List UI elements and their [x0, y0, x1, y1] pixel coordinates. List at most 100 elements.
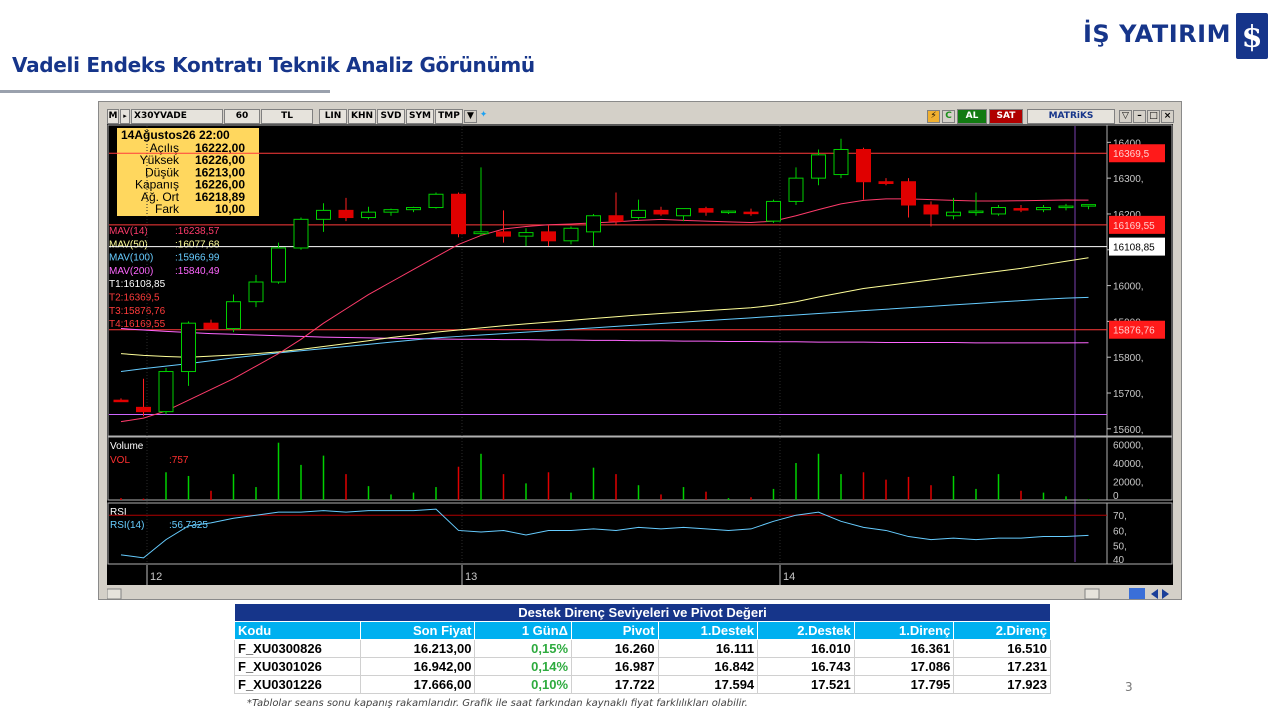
candle-body	[1036, 207, 1051, 211]
candle-body	[451, 193, 466, 235]
table-cell: 17.666,00	[359, 675, 476, 694]
table-cell: 16.987	[571, 657, 659, 676]
column-header: 1.Direnç	[853, 621, 955, 640]
rsi-tick-label: 50,	[1113, 542, 1127, 553]
indicator-label: MAV(14)	[109, 226, 148, 237]
candle-body	[1013, 208, 1029, 211]
table-cell: 17.722	[571, 675, 659, 694]
table-cell: 17.521	[757, 675, 855, 694]
price-tick-label: 15600,	[1113, 425, 1144, 436]
info-date: 14Ağustos26 22:00	[121, 128, 230, 142]
price-tick-label: 16000,	[1113, 282, 1144, 293]
svd-button[interactable]: SVD	[377, 109, 405, 124]
candle-body	[923, 204, 939, 215]
volume-panel-frame	[107, 436, 1173, 501]
column-header: 2.Direnç	[953, 621, 1051, 640]
candle-body	[721, 210, 736, 214]
candle-body	[248, 281, 264, 303]
indicator-value: :16077,68	[175, 239, 220, 250]
table-cell: 0,10%	[474, 675, 573, 694]
price-marker-label: 16108,85	[1113, 243, 1155, 254]
scroll-right-icon[interactable]	[1084, 588, 1100, 600]
scroll-left-icon[interactable]	[106, 588, 122, 600]
chevron-icon[interactable]: ▸	[120, 109, 130, 124]
candle-body	[181, 322, 196, 373]
sym-button[interactable]: SYM	[406, 109, 434, 124]
twitter-icon[interactable]: ✦	[477, 110, 490, 123]
minimize-icon[interactable]: –	[1133, 110, 1146, 123]
table-cell: 16.510	[953, 639, 1051, 658]
rsi-label: RSI(14)	[110, 520, 144, 531]
arrow-left-icon[interactable]	[1151, 589, 1158, 599]
volume-title: Volume	[110, 441, 144, 452]
indicator-value: :15966,99	[175, 253, 220, 264]
price-marker-label: 16369,5	[1113, 149, 1150, 160]
lightning-icon[interactable]: ⚡	[927, 110, 940, 123]
tmp-button[interactable]: TMP	[435, 109, 463, 124]
table-row: F_XU0301026 16.942,00 0,14% 16.987 16.842 16.…	[234, 657, 1051, 676]
pivot-table: Destek Direnç Seviyeleri ve Pivot Değeri…	[234, 603, 1051, 694]
chart-canvas[interactable]: 14Ağustos26 22:00 Açılış 16222,00Yüksek 16…	[107, 124, 1173, 565]
footnote: *Tablolar seans sonu kapanış rakamlarıdı…	[247, 698, 748, 709]
table-cell: 16.260	[571, 639, 659, 658]
symbol-field[interactable]: X30YVADE	[131, 109, 223, 124]
price-tick-label: 15700,	[1113, 389, 1144, 400]
table-cell: F_XU0301026	[234, 657, 361, 676]
candle-body	[766, 200, 781, 222]
candle-body	[946, 211, 961, 217]
candle-body	[586, 215, 601, 233]
indicator-label: T3:15876,76	[109, 306, 166, 317]
lin-button[interactable]: LIN	[319, 109, 347, 124]
page-title: Vadeli Endeks Kontratı Teknik Analiz Gör…	[12, 53, 535, 77]
currency-field[interactable]: TL	[261, 109, 313, 124]
candle-body	[878, 181, 894, 185]
candle-body	[496, 231, 511, 237]
candle-body	[743, 211, 759, 215]
chevron-down-icon[interactable]: ▽	[1119, 110, 1132, 123]
sell-button[interactable]: SAT	[989, 109, 1023, 124]
time-tick-label: 12	[150, 571, 162, 583]
info-label: Fark	[155, 202, 180, 216]
indicator-value: :15840,49	[175, 266, 220, 277]
table-row: F_XU0301226 17.666,00 0,10% 17.722 17.594 17.…	[234, 675, 1051, 694]
volume-tick-label: 40000,	[1113, 459, 1144, 470]
horizontal-scrollbar[interactable]	[106, 585, 1173, 600]
volume-value: :757	[169, 455, 189, 466]
svg-text:$: $	[1242, 20, 1263, 55]
table-cell: 17.086	[853, 657, 955, 676]
table-cell: 16.111	[657, 639, 759, 658]
khn-button[interactable]: KHN	[348, 109, 376, 124]
candle-body	[203, 322, 219, 330]
candle-body	[698, 208, 714, 213]
volume-label: VOL	[110, 455, 130, 466]
ma14-line	[120, 198, 1089, 423]
candle-body	[676, 208, 691, 217]
sync-icon[interactable]	[1129, 585, 1145, 599]
table-cell: 16.842	[657, 657, 759, 676]
period-field[interactable]: 60	[224, 109, 260, 124]
dropdown-arrow-icon[interactable]: ▼	[464, 110, 477, 123]
column-header: 1 GünΔ	[474, 621, 573, 640]
candle-body	[541, 231, 556, 242]
chart-window[interactable]: M ▸ X30YVADE 60 TL LIN KHN SVD SYM TMP ▼…	[98, 101, 1182, 600]
candle-body	[653, 209, 669, 215]
candle-body	[518, 232, 534, 237]
candle-body	[811, 154, 826, 179]
candle-body	[271, 247, 286, 283]
indicator-label: T4:16169,55	[109, 319, 166, 330]
arrow-right-icon[interactable]	[1162, 589, 1169, 599]
menu-button[interactable]: M	[107, 109, 119, 124]
price-marker-label: 16169,55	[1113, 221, 1155, 232]
candle-body	[856, 148, 871, 183]
column-header: Son Fiyat	[359, 621, 476, 640]
time-tick-label: 13	[465, 571, 477, 583]
info-value: 10,00	[215, 202, 245, 216]
maximize-icon[interactable]: □	[1147, 110, 1160, 123]
buy-button[interactable]: AL	[957, 109, 987, 124]
candle-body	[901, 181, 916, 206]
candle-body	[833, 148, 849, 176]
volume-tick-label: 20000,	[1113, 478, 1144, 489]
table-cell: 17.231	[953, 657, 1051, 676]
close-icon[interactable]: ×	[1161, 110, 1174, 123]
refresh-icon[interactable]: C	[942, 110, 955, 123]
